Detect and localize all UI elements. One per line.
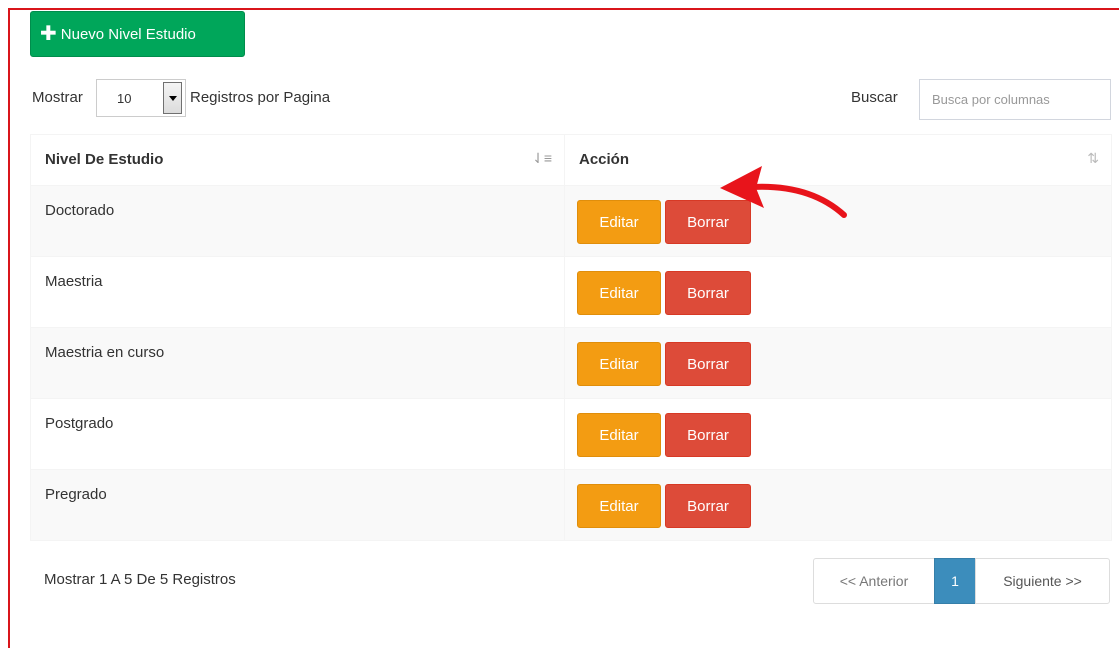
nivel-cell: Doctorado (30, 186, 565, 256)
new-button-label: Nuevo Nivel Estudio (60, 25, 196, 43)
column-header-label: Acción (579, 151, 630, 168)
delete-button[interactable]: Borrar (665, 484, 751, 528)
action-cell: Editar Borrar (565, 399, 1112, 469)
search-label: Buscar (851, 89, 898, 106)
delete-button[interactable]: Borrar (665, 271, 751, 315)
edit-button[interactable]: Editar (577, 342, 661, 386)
edit-button[interactable]: Editar (577, 413, 661, 457)
edit-button[interactable]: Editar (577, 200, 661, 244)
nivel-cell: Maestria (30, 257, 565, 327)
table-row: Maestria Editar Borrar (30, 257, 1112, 328)
delete-button[interactable]: Borrar (665, 342, 751, 386)
table-header: Nivel De Estudio ⇃≡ Acción ⇅ (30, 134, 1112, 186)
nivel-estudio-table: Nivel De Estudio ⇃≡ Acción ⇅ Doctorado E… (30, 134, 1112, 541)
edit-button[interactable]: Editar (577, 484, 661, 528)
length-prefix-label: Mostrar (32, 89, 83, 106)
search-input[interactable] (919, 79, 1111, 120)
table-row: Pregrado Editar Borrar (30, 470, 1112, 541)
action-cell: Editar Borrar (565, 470, 1112, 540)
current-page-button[interactable]: 1 (934, 558, 976, 604)
column-header-label: Nivel De Estudio (45, 151, 164, 168)
new-nivel-estudio-button[interactable]: ✚ Nuevo Nivel Estudio (30, 11, 245, 57)
chevron-down-icon[interactable] (163, 82, 182, 114)
table-row: Doctorado Editar Borrar (30, 186, 1112, 257)
edit-button[interactable]: Editar (577, 271, 661, 315)
sort-icon: ⇅ (1087, 150, 1099, 166)
annotation-arrow-icon (720, 166, 847, 218)
action-cell: Editar Borrar (565, 257, 1112, 327)
delete-button[interactable]: Borrar (665, 413, 751, 457)
column-header-nivel[interactable]: Nivel De Estudio ⇃≡ (30, 135, 565, 185)
page-length-value: 10 (117, 91, 132, 106)
nivel-cell: Pregrado (30, 470, 565, 540)
nivel-cell: Postgrado (30, 399, 565, 469)
table-row: Postgrado Editar Borrar (30, 399, 1112, 470)
next-page-button[interactable]: Siguiente >> (975, 558, 1110, 604)
table-row: Maestria en curso Editar Borrar (30, 328, 1112, 399)
records-info: Mostrar 1 A 5 De 5 Registros (44, 571, 236, 588)
length-suffix-label: Registros por Pagina (190, 89, 331, 106)
page-length-select[interactable]: 10 (96, 79, 186, 117)
pagination: << Anterior 1 Siguiente >> (813, 558, 1110, 604)
plus-icon: ✚ (40, 23, 57, 45)
nivel-cell: Maestria en curso (30, 328, 565, 398)
action-cell: Editar Borrar (565, 328, 1112, 398)
sort-amount-asc-icon: ⇃≡ (532, 150, 552, 166)
previous-page-button[interactable]: << Anterior (813, 558, 935, 604)
